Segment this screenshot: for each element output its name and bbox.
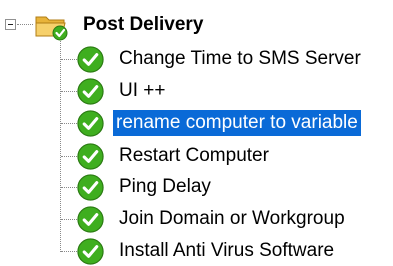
collapse-toggle[interactable] (5, 19, 16, 30)
tree-connector (61, 156, 77, 157)
tree-item-ui-plus-plus[interactable]: UI ++ (76, 76, 393, 106)
tree-connector (61, 91, 77, 92)
tree-connector (60, 41, 61, 252)
group-label-post-delivery[interactable]: Post Delivery (83, 13, 203, 37)
tree-item-label: Restart Computer (119, 145, 269, 166)
green-check-icon (77, 174, 104, 201)
tree-connector (61, 251, 77, 252)
tree-connector (61, 59, 77, 60)
tree-item-label: rename computer to variable (113, 110, 361, 136)
green-check-icon (77, 206, 104, 233)
green-check-icon (77, 238, 104, 265)
tree-connector (61, 219, 77, 220)
task-sequence-tree: Post Delivery Change Time to SMS Server … (0, 0, 393, 265)
tree-item-label: Ping Delay (119, 176, 211, 197)
green-check-icon (77, 78, 104, 105)
folder-icon (35, 16, 68, 41)
tree-connector (61, 187, 77, 188)
tree-item-label: Join Domain or Workgroup (119, 208, 345, 229)
tree-item-install-antivirus[interactable]: Install Anti Virus Software (76, 236, 393, 266)
tree-connector (17, 24, 33, 25)
tree-item-change-time[interactable]: Change Time to SMS Server (76, 44, 393, 74)
tree-item-ping-delay[interactable]: Ping Delay (76, 172, 393, 202)
tree-item-rename-computer[interactable]: rename computer to variable (76, 108, 393, 138)
green-check-icon (77, 143, 104, 170)
tree-item-label: Change Time to SMS Server (119, 48, 361, 69)
green-check-icon (77, 46, 104, 73)
tree-item-join-domain[interactable]: Join Domain or Workgroup (76, 204, 393, 234)
tree-connector (61, 123, 77, 124)
tree-item-label: Install Anti Virus Software (119, 240, 335, 261)
tree-item-restart-computer[interactable]: Restart Computer (76, 141, 393, 171)
green-check-icon (77, 110, 104, 137)
tree-item-label: UI ++ (119, 80, 166, 101)
